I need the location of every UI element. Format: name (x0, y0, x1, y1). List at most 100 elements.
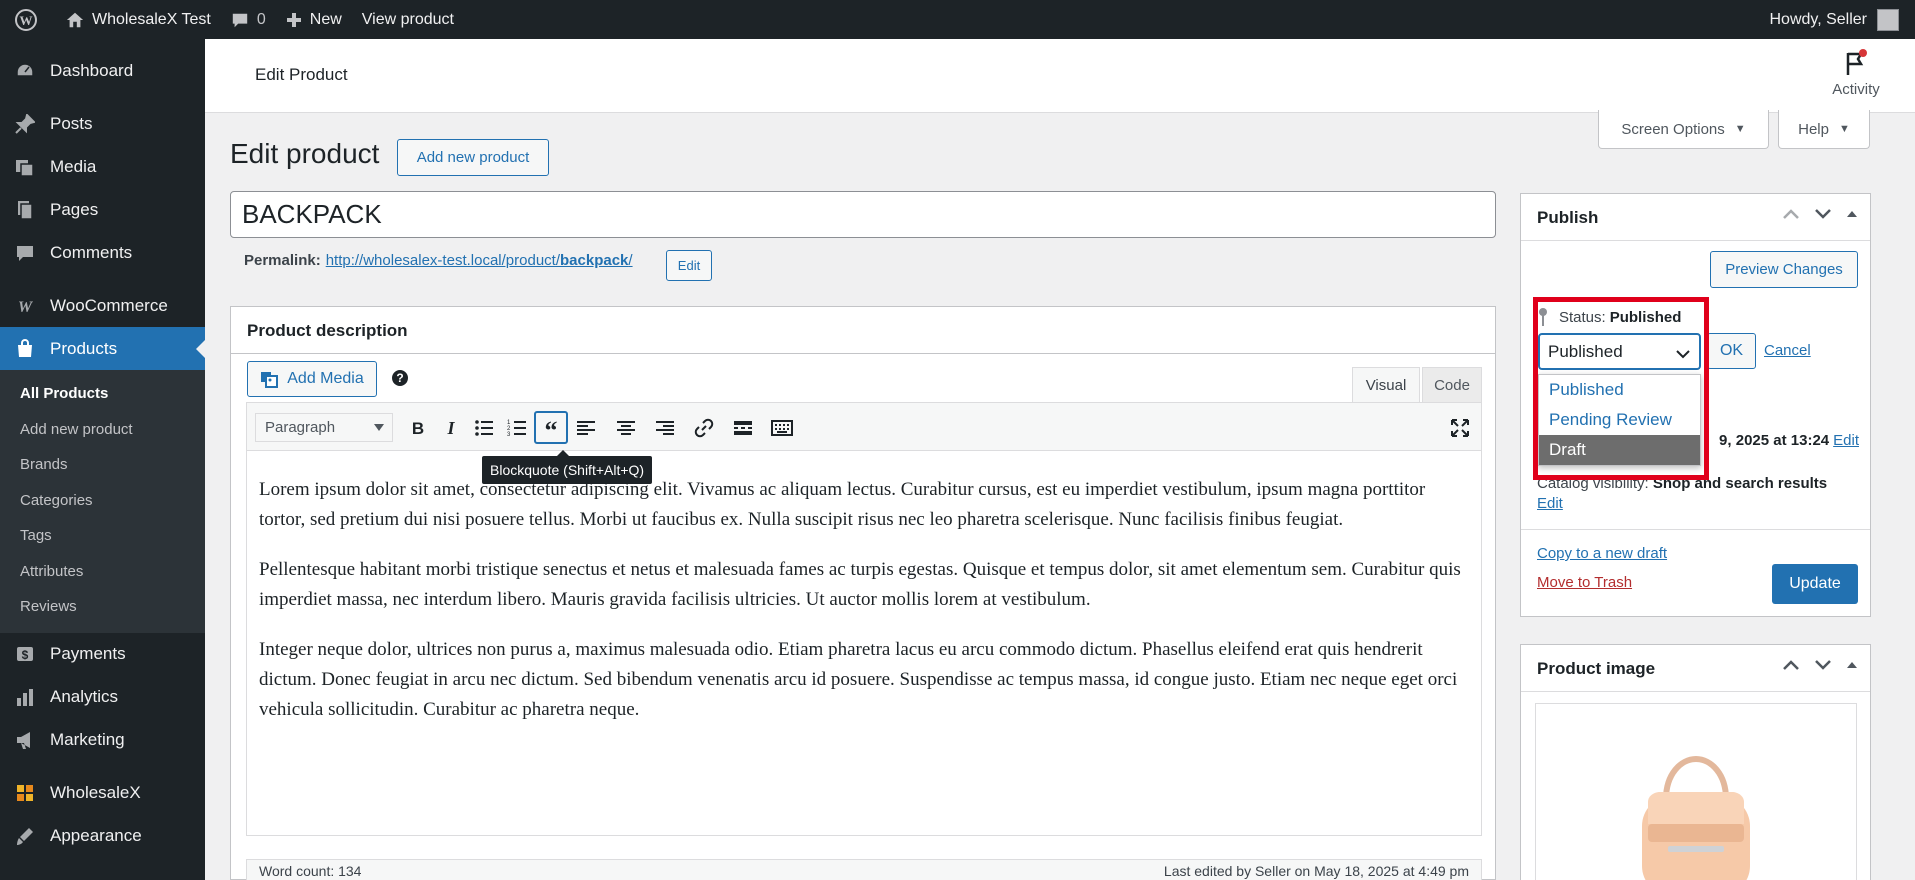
dashboard-icon (14, 60, 36, 82)
move-down-icon[interactable] (1814, 208, 1832, 220)
content-paragraph: Integer neque dolor, ultrices non purus … (259, 639, 1458, 720)
numbered-list-icon: 123 (507, 420, 526, 437)
avatar (1877, 8, 1899, 31)
italic-button[interactable]: I (434, 411, 468, 444)
align-right-button[interactable] (648, 411, 682, 444)
add-media-button[interactable]: Add Media (247, 361, 377, 397)
page-header: Edit Product Activity (205, 39, 1915, 113)
pin-icon (1539, 308, 1547, 326)
sidebar-item-pages[interactable]: Pages (0, 188, 205, 231)
sidebar-item-posts[interactable]: Posts (0, 102, 205, 145)
new-content-link[interactable]: New (276, 0, 352, 39)
user-account-menu[interactable]: Howdy, Seller (1759, 0, 1915, 39)
sidebar-item-comments[interactable]: Comments (0, 231, 205, 274)
caret-down-icon (374, 424, 384, 431)
sidebar-item-payments[interactable]: $ Payments (0, 633, 205, 676)
sidebar-item-products[interactable]: Products (0, 327, 206, 370)
tab-visual[interactable]: Visual (1352, 367, 1420, 402)
word-count: Word count: 134 (259, 862, 362, 879)
preview-changes-button[interactable]: Preview Changes (1710, 251, 1858, 288)
view-product-link[interactable]: View product (352, 0, 464, 39)
blockquote-button[interactable]: “ (534, 411, 568, 444)
submenu-tags[interactable]: Tags (0, 518, 205, 554)
status-option-published[interactable]: Published (1539, 375, 1700, 405)
sidebar-item-analytics[interactable]: Analytics (0, 676, 205, 719)
toolbar-toggle-button[interactable] (765, 411, 799, 444)
fullscreen-button[interactable] (1443, 411, 1477, 444)
activity-label: Activity (1832, 81, 1880, 98)
activity-button[interactable]: Activity (1826, 49, 1886, 98)
align-left-button[interactable] (569, 411, 603, 444)
submenu-attributes[interactable]: Attributes (0, 554, 205, 590)
move-down-icon[interactable] (1814, 659, 1832, 671)
help-button[interactable]: Help ▼ (1778, 110, 1870, 149)
editor-content-area[interactable]: Lorem ipsum dolor sit amet, consectetur … (246, 450, 1482, 836)
collapse-toggle-icon[interactable] (1846, 660, 1858, 670)
status-ok-button[interactable]: OK (1707, 333, 1756, 369)
move-to-trash-link[interactable]: Move to Trash (1537, 574, 1632, 591)
content-paragraph: Lorem ipsum dolor sit amet, consectetur … (259, 479, 1426, 530)
move-up-icon[interactable] (1782, 208, 1800, 220)
sidebar-item-label: Marketing (50, 730, 125, 749)
wordpress-logo-icon[interactable]: W (0, 0, 56, 39)
update-button[interactable]: Update (1772, 564, 1858, 604)
blockquote-icon: “ (545, 420, 558, 436)
svg-text:W: W (18, 299, 34, 314)
sidebar-item-appearance[interactable]: Appearance (0, 815, 205, 858)
sidebar-item-label: WholesaleX (50, 783, 141, 802)
add-new-product-button[interactable]: Add new product (397, 139, 549, 176)
permalink-link[interactable]: http://wholesalex-test.local/product/bac… (326, 252, 633, 269)
catalog-visibility-edit-link[interactable]: Edit (1537, 494, 1827, 514)
sidebar-item-wholesalex[interactable]: WholesaleX (0, 772, 205, 815)
published-on-date: 9, 2025 at 13:24 (1719, 432, 1830, 449)
help-icon[interactable]: ? (392, 370, 408, 386)
svg-text:$: $ (22, 648, 29, 662)
status-select[interactable]: Published (1538, 333, 1701, 370)
svg-text:3: 3 (507, 432, 511, 437)
svg-text:I: I (446, 419, 455, 437)
screen-options-button[interactable]: Screen Options ▼ (1598, 110, 1769, 149)
copy-to-draft-link[interactable]: Copy to a new draft (1537, 545, 1667, 562)
sidebar-item-media[interactable]: Media (0, 145, 205, 188)
sidebar-item-dashboard[interactable]: Dashboard (0, 49, 205, 92)
product-image-thumbnail[interactable] (1535, 703, 1857, 880)
insert-link-button[interactable] (687, 411, 721, 444)
status-select-value: Published (1548, 341, 1623, 361)
tab-code[interactable]: Code (1422, 367, 1482, 402)
status-cancel-link[interactable]: Cancel (1764, 342, 1811, 359)
status-option-pending-review[interactable]: Pending Review (1539, 405, 1700, 435)
product-title-input[interactable]: BACKPACK (230, 191, 1496, 238)
sidebar-item-woocommerce[interactable]: W WooCommerce (0, 284, 205, 327)
woocommerce-icon: W (14, 295, 36, 317)
page-title: Edit product (230, 138, 380, 169)
italic-icon: I (446, 419, 455, 437)
bold-button[interactable]: B (401, 411, 435, 444)
submenu-categories[interactable]: Categories (0, 483, 205, 519)
comments-link[interactable]: 0 (221, 0, 276, 39)
sidebar-item-marketing[interactable]: Marketing (0, 719, 205, 762)
numbered-list-button[interactable]: 123 (500, 411, 534, 444)
sidebar-item-label: Dashboard (50, 60, 134, 80)
product-image-title: Product image (1537, 659, 1656, 678)
site-name-link[interactable]: WholesaleX Test (56, 0, 221, 39)
align-center-button[interactable] (609, 411, 643, 444)
marketing-icon (14, 729, 36, 751)
view-product-label: View product (361, 10, 454, 28)
format-select[interactable]: Paragraph (255, 413, 393, 442)
submenu-reviews[interactable]: Reviews (0, 589, 205, 625)
bullet-list-button[interactable] (467, 411, 501, 444)
wholesalex-icon (14, 782, 36, 804)
permalink-base: http://wholesalex-test.local/product/ (325, 252, 560, 269)
align-right-icon (656, 420, 674, 435)
status-option-draft[interactable]: Draft (1539, 435, 1700, 465)
published-on-edit-link[interactable]: Edit (1833, 432, 1859, 449)
permalink-edit-button[interactable]: Edit (666, 250, 712, 281)
submenu-brands[interactable]: Brands (0, 447, 205, 483)
read-more-button[interactable] (726, 411, 760, 444)
sidebar-item-label: Appearance (50, 826, 142, 845)
submenu-add-new-product[interactable]: Add new product (0, 412, 205, 448)
submenu-all-products[interactable]: All Products (0, 376, 205, 412)
move-up-icon[interactable] (1782, 659, 1800, 671)
publish-controls (1768, 208, 1858, 220)
collapse-toggle-icon[interactable] (1846, 209, 1858, 219)
